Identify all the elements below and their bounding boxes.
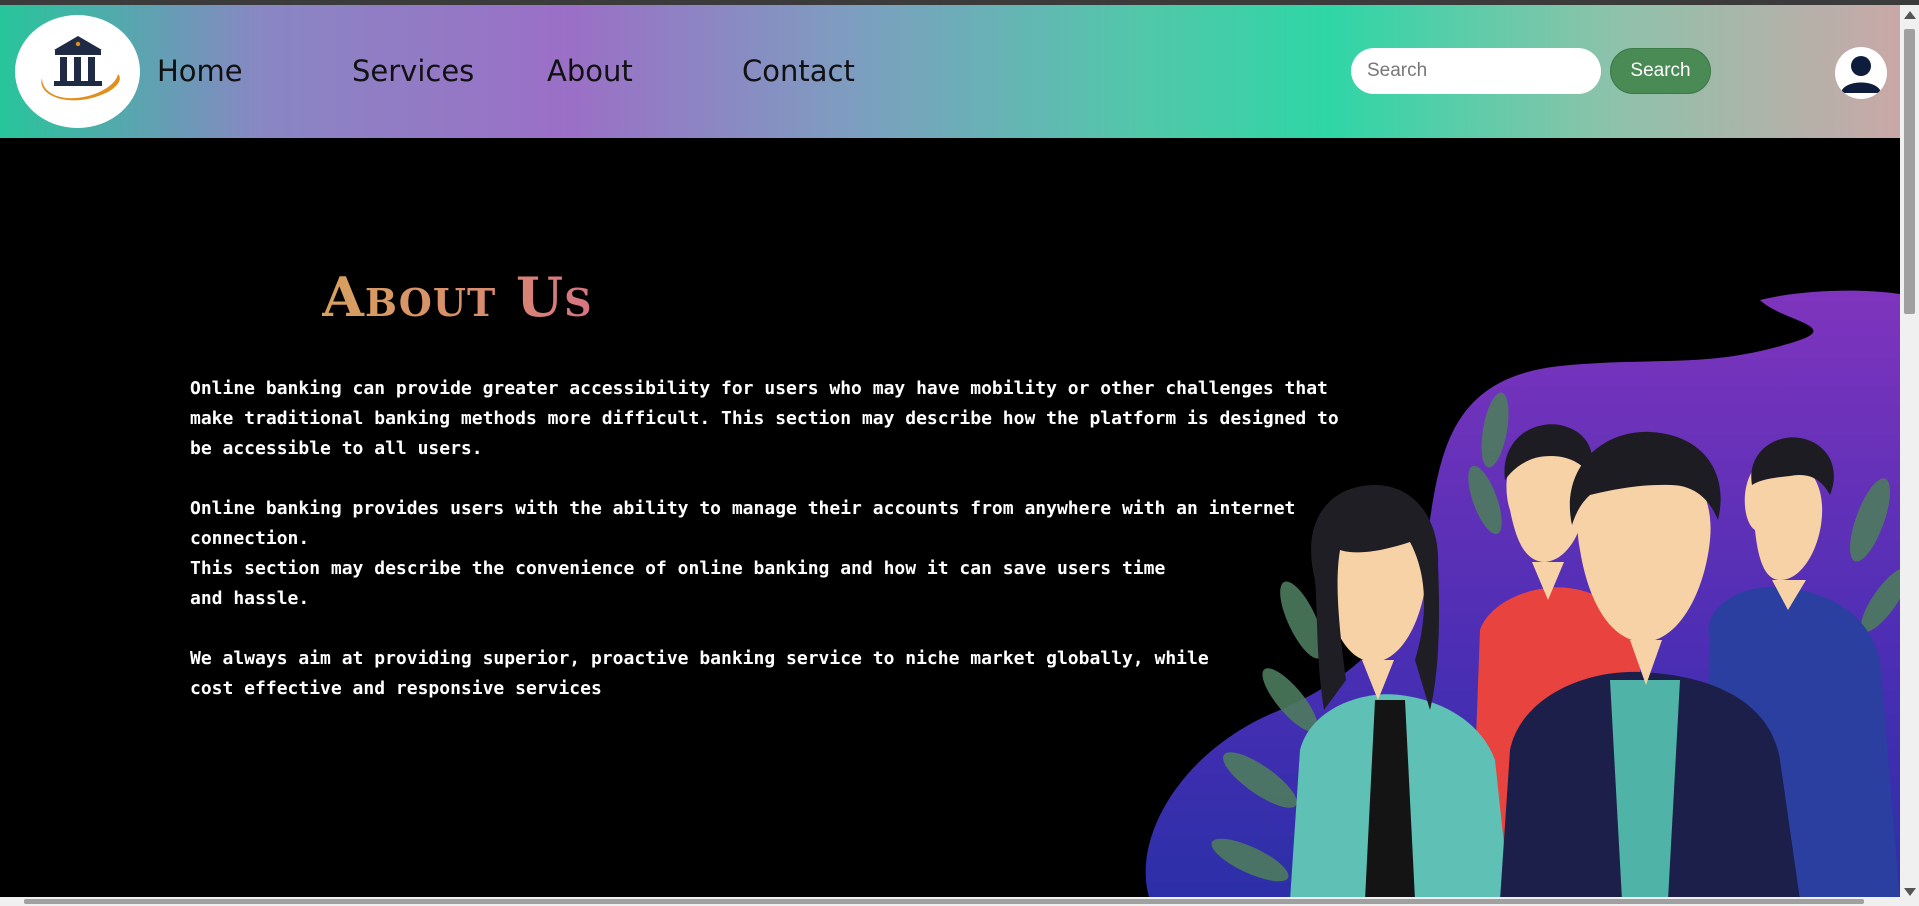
vertical-scrollbar[interactable] xyxy=(1900,5,1919,906)
search-button[interactable]: Search xyxy=(1610,48,1711,94)
bank-logo[interactable] xyxy=(15,15,140,128)
user-icon xyxy=(1841,56,1881,93)
scroll-down-arrow-icon[interactable] xyxy=(1904,888,1916,896)
scroll-up-arrow-icon[interactable] xyxy=(1904,11,1916,19)
nav-services-link[interactable]: Services xyxy=(352,53,474,89)
bank-building-icon xyxy=(40,35,120,100)
search-input[interactable] xyxy=(1351,48,1601,94)
nav-home-link[interactable]: Home xyxy=(157,53,243,89)
vertical-scroll-thumb[interactable] xyxy=(1904,29,1915,314)
horizontal-scroll-thumb[interactable] xyxy=(24,899,1864,904)
nav-contact-link[interactable]: Contact xyxy=(742,53,855,89)
nav-about-link[interactable]: About xyxy=(547,53,633,89)
team-people-illustration xyxy=(1145,290,1900,900)
user-avatar[interactable] xyxy=(1835,47,1887,99)
about-title: About Us xyxy=(322,262,593,332)
horizontal-scrollbar[interactable] xyxy=(0,897,1900,906)
navbar: Home Services About Contact Search xyxy=(0,5,1900,138)
